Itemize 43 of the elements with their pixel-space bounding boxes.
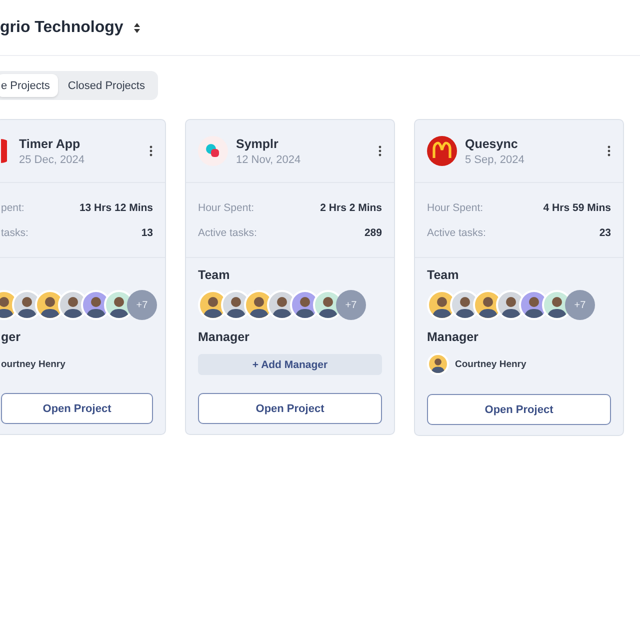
logo-icon bbox=[1, 138, 7, 164]
manager-label: ger bbox=[1, 330, 22, 346]
team-label: Team bbox=[198, 268, 231, 284]
tab[interactable]: Closed Projects bbox=[58, 74, 155, 97]
project-name: Quesync bbox=[465, 136, 519, 150]
stat-value: 2 Hrs 2 Mins bbox=[320, 202, 382, 214]
stat-label: tasks: bbox=[1, 226, 28, 238]
sort-icon[interactable] bbox=[133, 22, 142, 34]
avatar-icon bbox=[427, 353, 449, 375]
project-name: Symplr bbox=[236, 136, 280, 150]
stat-label: Hour Spent: bbox=[427, 202, 484, 214]
stat-label: Active tasks: bbox=[427, 226, 486, 238]
stat-label: Hour Spent: bbox=[198, 202, 254, 214]
tab[interactable]: e Projects bbox=[0, 74, 58, 97]
project-date: 25 Dec, 2024 bbox=[19, 154, 86, 166]
open-project-button[interactable]: Open Project bbox=[198, 393, 382, 424]
manager-label: Manager bbox=[427, 330, 480, 346]
project-date: 12 Nov, 2024 bbox=[236, 154, 302, 166]
manager-label: Manager bbox=[198, 330, 250, 346]
more-members-count: +7 bbox=[127, 290, 157, 320]
open-project-button[interactable]: Open Project bbox=[427, 394, 611, 425]
stat-value: 13 bbox=[141, 226, 153, 238]
stat-value: 289 bbox=[364, 226, 382, 238]
stat-value: 13 Hrs 12 Mins bbox=[79, 202, 153, 214]
more-members-count: +7 bbox=[336, 290, 366, 320]
stat-label: pent: bbox=[1, 202, 24, 214]
stat-value: 4 Hrs 59 Mins bbox=[543, 202, 611, 214]
more-icon[interactable] bbox=[607, 145, 611, 157]
open-project-button[interactable]: Open Project bbox=[1, 393, 153, 424]
project-name: Timer App bbox=[19, 136, 82, 150]
arches-logo-icon bbox=[427, 136, 457, 166]
stat-value: 23 bbox=[599, 226, 611, 238]
more-icon[interactable] bbox=[149, 145, 153, 157]
workspace-title: grio Technology bbox=[0, 18, 124, 36]
logo-icon bbox=[198, 136, 228, 166]
team-label: Team bbox=[427, 268, 460, 284]
stat-label: Active tasks: bbox=[198, 226, 257, 238]
more-members-count: +7 bbox=[565, 290, 595, 320]
add-manager-button[interactable]: + Add Manager bbox=[198, 354, 382, 375]
project-date: 5 Sep, 2024 bbox=[465, 154, 526, 166]
manager-name: Courtney Henry bbox=[455, 358, 526, 370]
manager-name: ourtney Henry bbox=[1, 358, 66, 370]
more-icon[interactable] bbox=[378, 145, 382, 157]
